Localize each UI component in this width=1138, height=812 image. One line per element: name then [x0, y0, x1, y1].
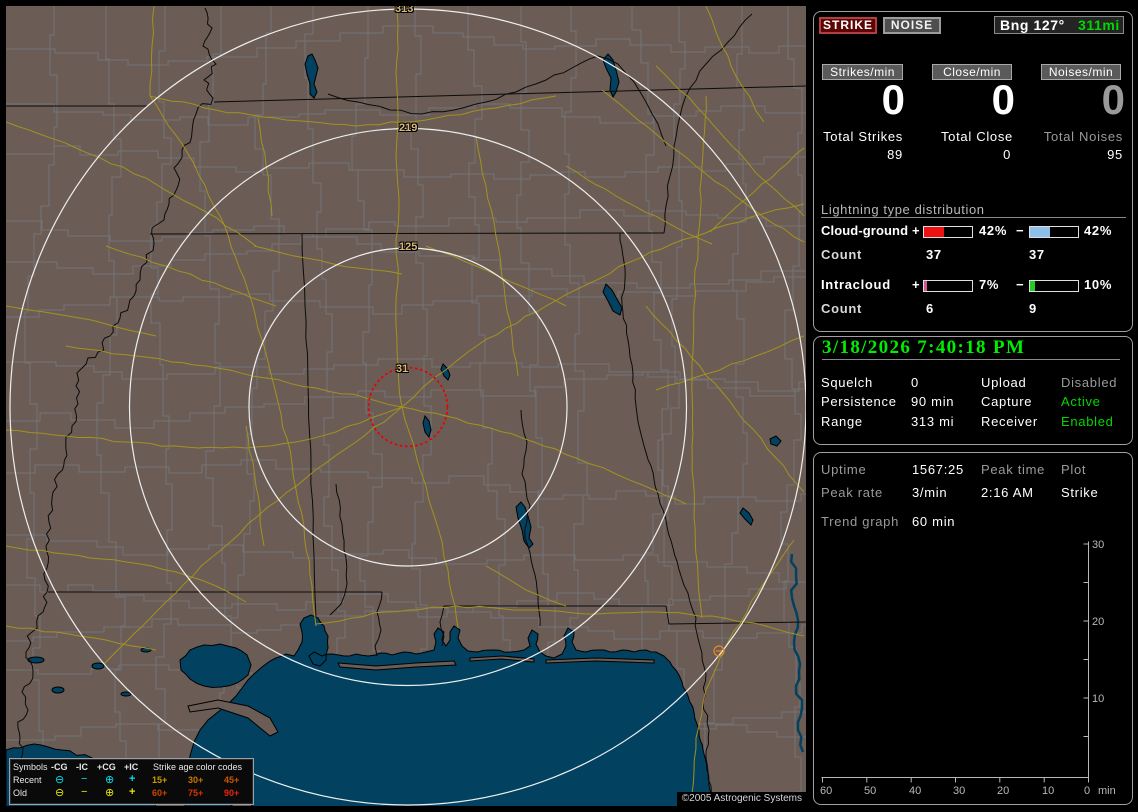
svg-text:min: min: [1098, 785, 1116, 797]
svg-text:30: 30: [1092, 539, 1104, 551]
svg-text:20: 20: [1092, 616, 1104, 628]
svg-text:10: 10: [1092, 693, 1104, 705]
svg-text:50: 50: [864, 785, 876, 797]
svg-text:30: 30: [953, 785, 965, 797]
svg-text:60: 60: [820, 785, 832, 797]
svg-text:10: 10: [1042, 785, 1054, 797]
svg-text:40: 40: [909, 785, 921, 797]
svg-text:20: 20: [997, 785, 1009, 797]
svg-text:0: 0: [1084, 785, 1090, 797]
